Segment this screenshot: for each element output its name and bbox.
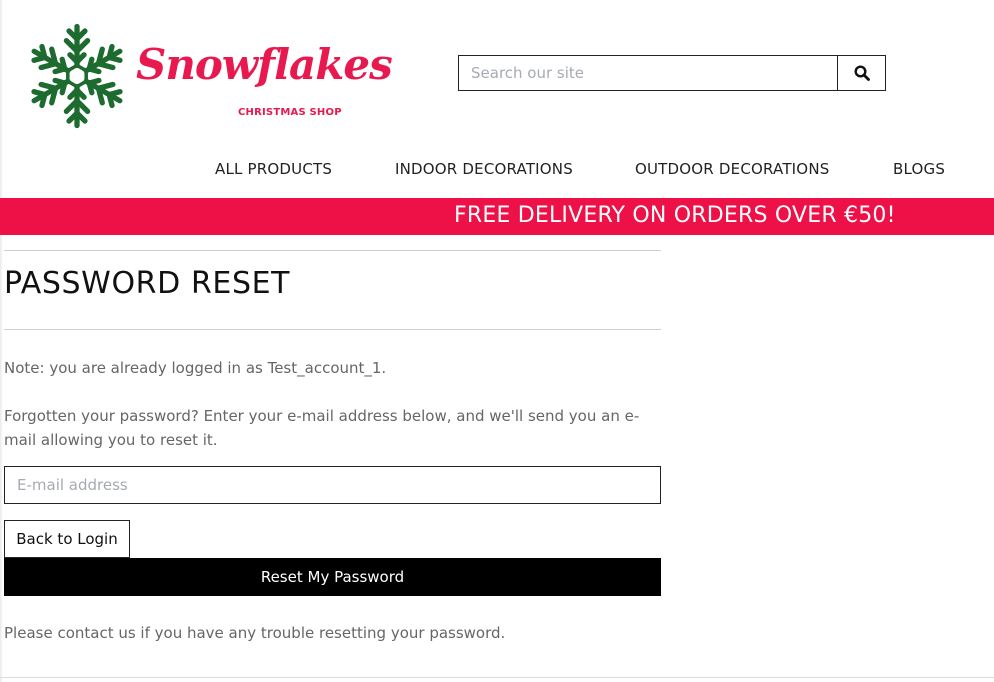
main-nav: ALL PRODUCTS INDOOR DECORATIONS OUTDOOR … — [0, 160, 994, 182]
divider — [4, 250, 661, 251]
search-form — [458, 55, 886, 91]
divider — [4, 329, 661, 330]
help-text: Please contact us if you have any troubl… — [4, 624, 506, 642]
email-field[interactable] — [4, 466, 661, 504]
nav-item-all-products[interactable]: ALL PRODUCTS — [215, 160, 332, 178]
footer-divider — [0, 677, 994, 678]
nav-item-blogs[interactable]: BLOGS — [893, 160, 945, 178]
nav-item-outdoor-decorations[interactable]: OUTDOOR DECORATIONS — [635, 160, 829, 178]
search-icon — [853, 65, 870, 81]
page: Snowflakes CHRISTMAS SHOP ALL PRODUCTS I… — [0, 0, 994, 682]
site-logo[interactable]: Snowflakes CHRISTMAS SHOP — [24, 18, 393, 136]
reset-instructions: Forgotten your password? Enter your e-ma… — [4, 407, 640, 449]
logo-subtitle: CHRISTMAS SHOP — [238, 107, 342, 118]
reset-password-button[interactable]: Reset My Password — [4, 558, 661, 596]
page-edge-shadow — [0, 0, 3, 682]
search-input[interactable] — [459, 56, 837, 90]
logged-in-note: Note: you are already logged in as Test_… — [4, 359, 387, 377]
snowflake-icon — [24, 23, 130, 134]
nav-item-indoor-decorations[interactable]: INDOOR DECORATIONS — [395, 160, 573, 178]
promo-banner-text: FREE DELIVERY ON ORDERS OVER €50! — [454, 203, 896, 228]
back-to-login-button[interactable]: Back to Login — [4, 520, 130, 558]
promo-banner: FREE DELIVERY ON ORDERS OVER €50! — [0, 198, 994, 235]
page-title: PASSWORD RESET — [4, 266, 291, 301]
search-button[interactable] — [837, 56, 885, 90]
logo-title: Snowflakes — [136, 40, 393, 89]
